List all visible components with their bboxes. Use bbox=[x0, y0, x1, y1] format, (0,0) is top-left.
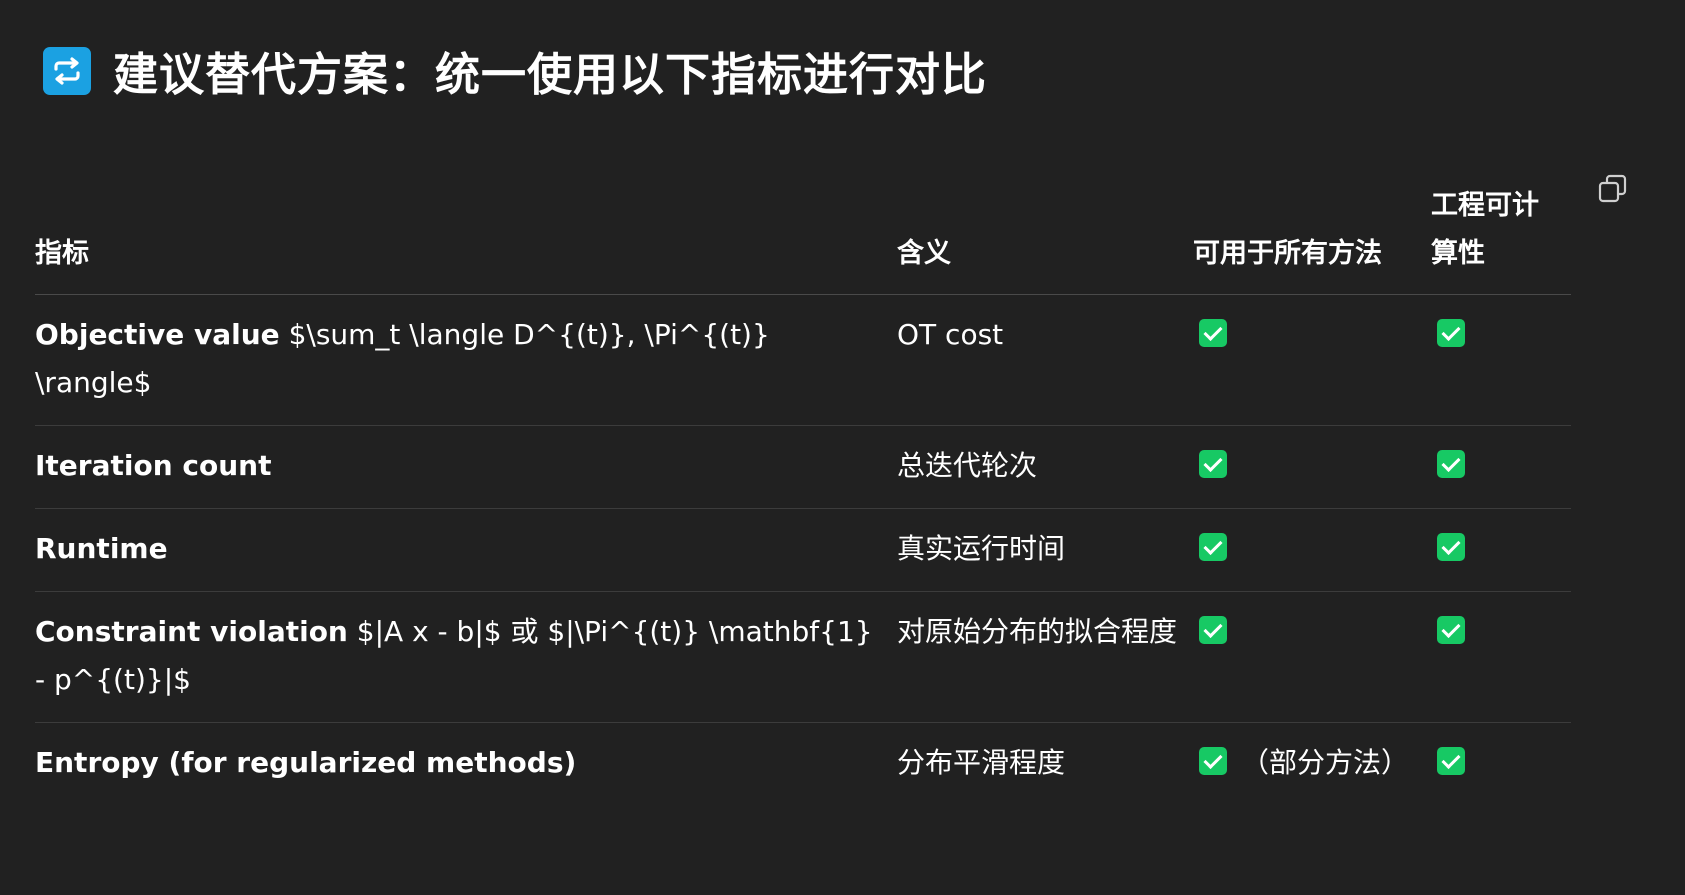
computable-cell bbox=[1431, 508, 1571, 592]
copy-icon[interactable] bbox=[1597, 173, 1629, 205]
all-methods-cell: （部分方法） bbox=[1193, 723, 1431, 806]
computable-cell bbox=[1431, 294, 1571, 426]
check-icon bbox=[1199, 747, 1227, 775]
check-icon bbox=[1437, 319, 1465, 347]
table-row: Iteration count 总迭代轮次 bbox=[35, 425, 1571, 509]
all-methods-cell bbox=[1193, 508, 1431, 592]
meaning-cell: 总迭代轮次 bbox=[897, 425, 1193, 509]
metric-name: Objective value bbox=[35, 318, 280, 351]
metric-name: Iteration count bbox=[35, 449, 272, 482]
header-computable: 工程可计算性 bbox=[1431, 170, 1571, 295]
metric-cell: Entropy (for regularized methods) bbox=[35, 723, 897, 806]
all-methods-cell bbox=[1193, 294, 1431, 426]
metric-cell: Runtime bbox=[35, 508, 897, 592]
computable-cell bbox=[1431, 723, 1571, 806]
header-all-methods: 可用于所有方法 bbox=[1193, 170, 1431, 295]
metric-cell: Objective value $\sum_t \langle D^{(t)},… bbox=[35, 294, 897, 426]
metric-cell: Iteration count bbox=[35, 425, 897, 509]
check-icon bbox=[1437, 533, 1465, 561]
section-heading: 建议替代方案：统一使用以下指标进行对比 bbox=[43, 38, 987, 103]
header-meaning: 含义 bbox=[897, 170, 1193, 295]
table-header-row: 指标 含义 可用于所有方法 工程可计算性 bbox=[35, 170, 1571, 295]
metric-name: Runtime bbox=[35, 532, 168, 565]
check-icon bbox=[1199, 319, 1227, 347]
metric-name: Entropy (for regularized methods) bbox=[35, 746, 577, 779]
computable-cell bbox=[1431, 591, 1571, 723]
check-icon bbox=[1437, 747, 1465, 775]
table-row: Entropy (for regularized methods) 分布平滑程度… bbox=[35, 723, 1571, 806]
all-methods-cell bbox=[1193, 591, 1431, 723]
repeat-icon bbox=[43, 46, 91, 95]
metric-cell: Constraint violation $|A x - b|$ 或 $|\Pi… bbox=[35, 591, 897, 723]
computable-cell bbox=[1431, 425, 1571, 509]
meaning-cell: 分布平滑程度 bbox=[897, 746, 1066, 779]
metrics-table: 指标 含义 可用于所有方法 工程可计算性 Objective value $\s… bbox=[35, 170, 1571, 805]
meaning-cell: OT cost bbox=[897, 294, 1193, 426]
check-icon bbox=[1199, 616, 1227, 644]
heading-title: 建议替代方案：统一使用以下指标进行对比 bbox=[113, 48, 988, 101]
all-methods-note: （部分方法） bbox=[1241, 746, 1410, 779]
table-row: Constraint violation $|A x - b|$ 或 $|\Pi… bbox=[35, 591, 1571, 723]
table-row: Runtime 真实运行时间 bbox=[35, 508, 1571, 592]
meaning-cell: 真实运行时间 bbox=[897, 508, 1193, 592]
metric-name: Constraint violation bbox=[35, 615, 348, 648]
table-row: Objective value $\sum_t \langle D^{(t)},… bbox=[35, 294, 1571, 426]
check-icon bbox=[1437, 450, 1465, 478]
header-metric: 指标 bbox=[35, 170, 897, 295]
meaning-cell: 对原始分布的拟合程度 bbox=[897, 591, 1193, 723]
all-methods-cell bbox=[1193, 425, 1431, 509]
check-icon bbox=[1437, 616, 1465, 644]
check-icon bbox=[1199, 533, 1227, 561]
check-icon bbox=[1199, 450, 1227, 478]
